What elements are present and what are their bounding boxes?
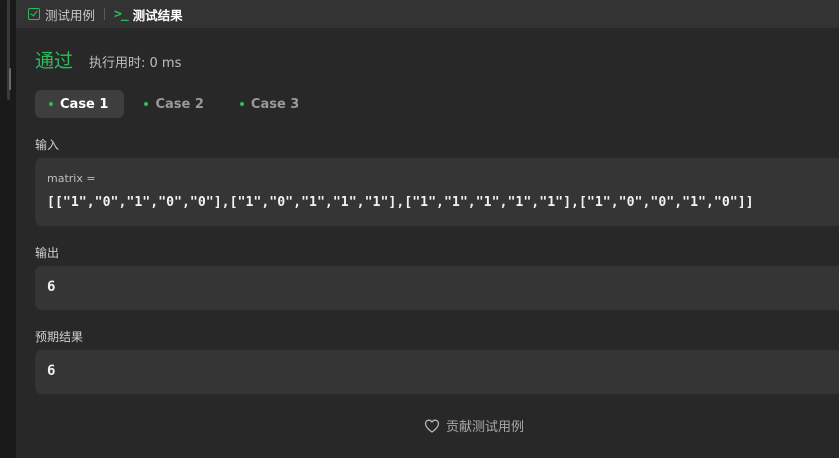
pass-dot-icon [239, 102, 244, 106]
output-box: 6 [35, 266, 839, 310]
case-tab-1[interactable]: Case 1 [35, 90, 125, 118]
terminal-icon: >_ [114, 6, 129, 22]
input-box: matrix = [["1","0","1","0","0"],["1","0"… [35, 158, 839, 226]
pass-dot-icon [144, 102, 149, 106]
tab-testresult-label: 测试结果 [132, 7, 183, 23]
app-root: 测试用例 >_ 测试结果 通过 执行用时: 0 ms Case 1 Case 2 [0, 0, 839, 458]
case-tab-label: Case 2 [155, 96, 204, 112]
result-status-row: 通过 执行用时: 0 ms [35, 46, 181, 73]
case-tab-label: Case 3 [250, 96, 300, 112]
tab-testresult[interactable]: >_ 测试结果 [114, 0, 183, 28]
case-tab-label: Case 1 [60, 96, 109, 112]
scrollbar-thumb[interactable] [9, 68, 11, 90]
runtime-text: 执行用时: 0 ms [89, 56, 182, 71]
expected-value: 6 [47, 363, 56, 379]
status-badge: 通过 [35, 50, 74, 72]
left-pane-edge [0, 0, 15, 458]
contribute-label: 贡献测试用例 [446, 420, 525, 435]
contribute-testcase-button[interactable]: 贡献测试用例 [424, 416, 524, 435]
expected-label: 预期结果 [35, 330, 84, 344]
tab-testcases[interactable]: 测试用例 [28, 0, 95, 28]
expected-box: 6 [35, 350, 839, 394]
checkbox-icon [28, 8, 40, 20]
case-tabs: Case 1 Case 2 Case 3 [35, 90, 315, 118]
tab-divider [104, 8, 106, 20]
case-tab-3[interactable]: Case 3 [226, 90, 315, 118]
panel-tabbar: 测试用例 >_ 测试结果 [16, 0, 839, 28]
output-label: 输出 [35, 246, 60, 260]
heart-icon [424, 419, 440, 433]
tab-testcases-label: 测试用例 [45, 7, 96, 23]
result-panel: 测试用例 >_ 测试结果 通过 执行用时: 0 ms Case 1 Case 2 [16, 0, 839, 458]
param-value: [["1","0","1","0","0"],["1","0","1","1",… [47, 195, 754, 210]
pass-dot-icon [49, 102, 53, 106]
output-value: 6 [47, 279, 56, 295]
case-tab-2[interactable]: Case 2 [130, 90, 219, 118]
param-name: matrix = [47, 172, 96, 185]
input-label: 输入 [35, 138, 60, 152]
